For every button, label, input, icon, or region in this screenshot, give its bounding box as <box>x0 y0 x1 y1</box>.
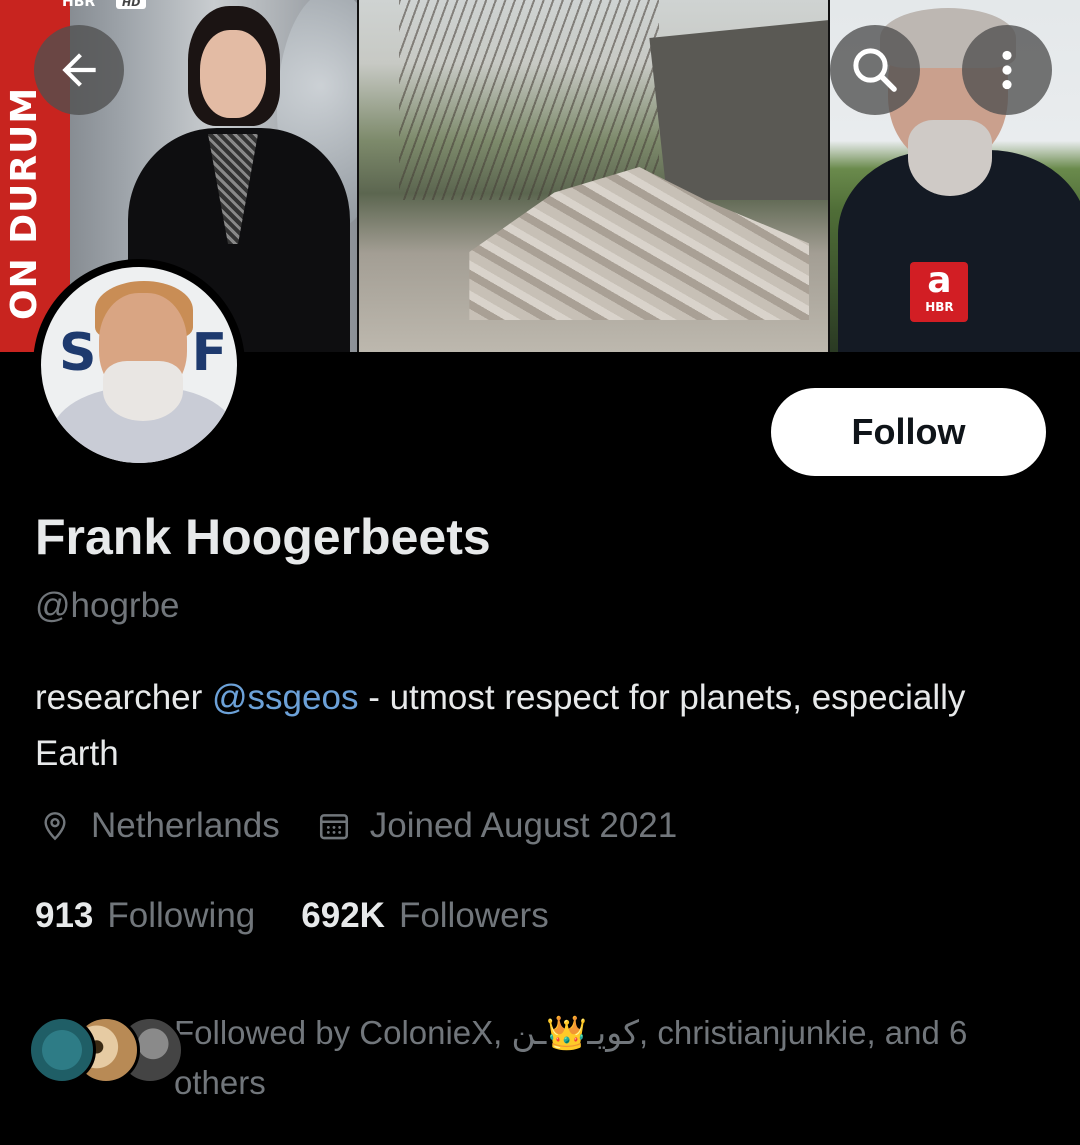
banner-rubble-panel <box>359 0 829 352</box>
followers-link[interactable]: 692K Followers <box>301 896 548 936</box>
news-strip-text: ON DURUM <box>4 86 45 320</box>
reporter-beard <box>908 120 993 196</box>
followed-by-avatars[interactable] <box>28 1016 184 1086</box>
news-anchor-face <box>200 30 266 118</box>
more-options-button[interactable] <box>962 25 1052 115</box>
follow-stats: 913 Following 692K Followers <box>35 896 549 936</box>
profile-meta: Netherlands Joined August 2021 <box>35 806 677 846</box>
follower-avatar <box>28 1016 96 1084</box>
bare-tree <box>399 0 660 200</box>
search-icon <box>853 48 897 92</box>
arrow-left-icon <box>62 53 96 87</box>
hd-tag: HD <box>116 0 147 9</box>
a-haber-logo-text: HBR <box>925 300 954 314</box>
a-haber-logo-letter: a <box>927 260 952 301</box>
bio-text-start: researcher <box>35 678 213 717</box>
followers-label: Followers <box>398 896 549 935</box>
followed-by-text[interactable]: Followed by ColonieX, كويـ👑ـن, christian… <box>174 1008 1054 1108</box>
follow-button[interactable]: Follow <box>771 388 1046 476</box>
bio-mention-link[interactable]: @ssgeos <box>212 678 358 717</box>
calendar-icon <box>314 806 354 846</box>
avatar-beard <box>103 361 183 421</box>
following-count: 913 <box>35 896 94 935</box>
profile-bio: researcher @ssgeos - utmost respect for … <box>35 670 1045 782</box>
user-handle: @hogrbe <box>35 586 180 625</box>
following-link[interactable]: 913 Following <box>35 896 255 936</box>
a-haber-logo: a HBR <box>910 260 969 322</box>
collapsed-wall <box>649 20 829 200</box>
channel-tag: HBR <box>62 0 96 10</box>
followers-count: 692K <box>301 896 385 935</box>
display-name: Frank Hoogerbeets <box>35 509 491 565</box>
search-button[interactable] <box>830 25 920 115</box>
profile-avatar[interactable]: SSF <box>33 259 245 471</box>
following-label: Following <box>107 896 256 935</box>
avatar-photo: SSF <box>41 267 237 463</box>
more-vertical-icon <box>1002 50 1012 90</box>
location-text: Netherlands <box>91 806 280 845</box>
joined-date-text: Joined August 2021 <box>369 806 678 845</box>
location-pin-icon <box>35 806 75 846</box>
back-button[interactable] <box>34 25 124 115</box>
